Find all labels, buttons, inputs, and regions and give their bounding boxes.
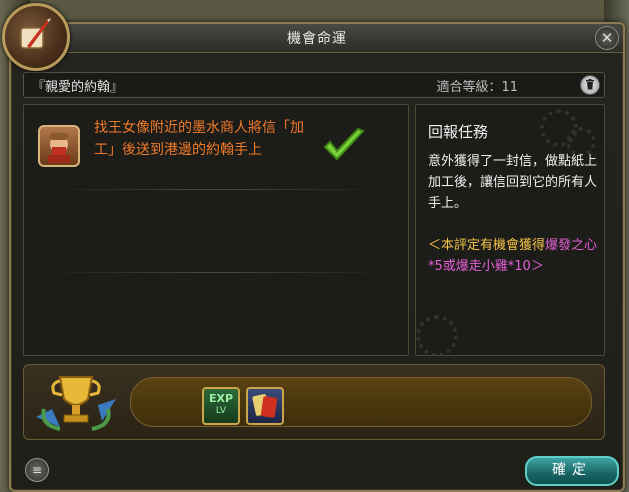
report-panel: 回報任務 意外獲得了一封信，做點紙上加工後，讓信回到它的所有人手上。 ＜本評定有… [415,104,605,356]
level-requirement: 適合等級：11 [436,80,518,95]
report-title: 回報任務 [428,123,489,141]
trash-icon [586,79,594,90]
divider [44,272,388,273]
quest-name: 『親愛的約翰』 [32,80,124,95]
task-panel: 找王女像附近的墨水商人將信「加工」後送到港邊的約翰手上 [23,104,409,356]
exp-lv-reward-icon[interactable]: EXP LV [202,387,240,425]
quest-dialog: 機會命運 ✕ 『親愛的約翰』 適合等級：11 找王女像附近的墨水商人將信「加工」… [9,22,625,492]
quest-header: 『親愛的約翰』 適合等級：11 [23,72,605,98]
reward-note: ＜本評定有機會獲得爆發之心*5或爆走小雞*10＞ [428,235,598,277]
quest-emblem [2,3,70,71]
card-reward-icon[interactable] [246,387,284,425]
scroll-icon: ≡ [31,463,43,477]
checkmark-icon [323,127,365,161]
reward-slots [130,377,592,427]
npc-portrait-icon [38,125,80,167]
gear-decoration-icon [416,315,458,355]
exp-label: EXP [208,392,234,405]
report-description: 意外獲得了一封信，做點紙上加工後，讓信回到它的所有人手上。 [428,154,598,211]
reward-note-line1: ＜本評定有機會獲得 [428,238,546,253]
quill-scroll-icon [20,18,51,49]
close-icon: ✕ [600,29,614,47]
trophy-icon [36,376,116,431]
abandon-quest-button[interactable] [580,75,600,95]
task-description: 找王女像附近的墨水商人將信「加工」後送到港邊的約翰手上 [94,120,304,158]
info-button[interactable]: ≡ [25,458,49,482]
close-button[interactable]: ✕ [595,26,619,50]
reward-bar: EXP LV [23,364,605,440]
confirm-button[interactable]: 確定 [525,456,619,486]
lv-label: LV [215,406,227,416]
divider [44,189,388,190]
title-bar[interactable]: 機會命運 ✕ [11,24,623,53]
dialog-title: 機會命運 [287,31,347,47]
